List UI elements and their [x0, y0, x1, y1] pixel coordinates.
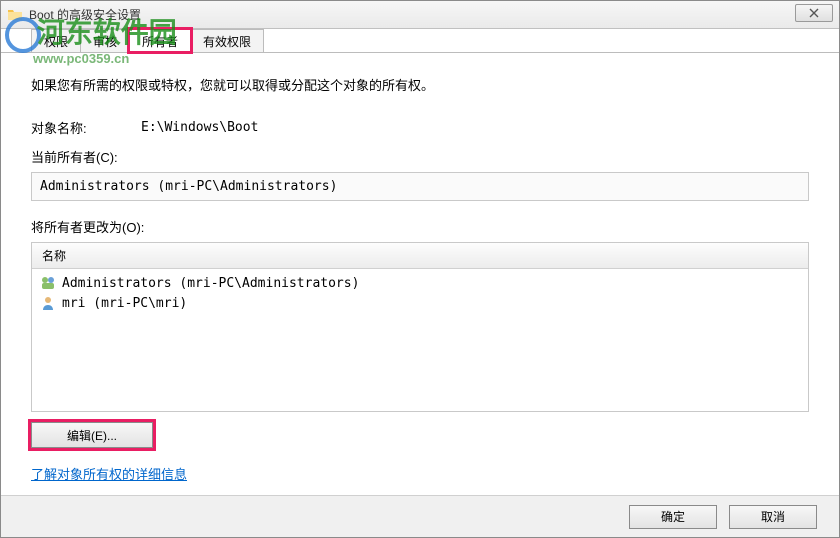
close-icon [809, 8, 819, 18]
tab-bar: 权限 审核 所有者 有效权限 [1, 29, 839, 53]
current-owner-label: 当前所有者(C): [31, 147, 809, 166]
window-title: Boot 的高级安全设置 [29, 6, 141, 23]
owner-list-header: 名称 [32, 243, 808, 269]
edit-button[interactable]: 编辑(E)... [31, 422, 153, 448]
tab-effective-permissions[interactable]: 有效权限 [190, 29, 264, 52]
close-button[interactable] [795, 4, 833, 22]
list-item[interactable]: Administrators (mri-PC\Administrators) [38, 273, 802, 293]
cancel-button[interactable]: 取消 [729, 505, 817, 529]
learn-more-link[interactable]: 了解对象所有权的详细信息 [31, 464, 187, 483]
security-settings-window: Boot 的高级安全设置 河东软件园 www.pc0359.cn 权限 审核 所… [0, 0, 840, 538]
tab-owner[interactable]: 所有者 [129, 29, 191, 52]
object-name-value: E:\Windows\Boot [141, 120, 258, 135]
owner-listbox[interactable]: 名称 Administrators (mri-PC\Administrators… [31, 242, 809, 412]
ok-button[interactable]: 确定 [629, 505, 717, 529]
current-owner-field: Administrators (mri-PC\Administrators) [31, 172, 809, 201]
group-icon [40, 275, 56, 291]
list-item-label: mri (mri-PC\mri) [62, 296, 187, 311]
tab-auditing[interactable]: 审核 [80, 29, 130, 52]
description-text: 如果您有所需的权限或特权，您就可以取得或分配这个对象的所有权。 [31, 75, 809, 94]
object-name-label: 对象名称: [31, 118, 141, 137]
list-item-label: Administrators (mri-PC\Administrators) [62, 276, 359, 291]
object-name-row: 对象名称: E:\Windows\Boot [31, 118, 809, 137]
titlebar: Boot 的高级安全设置 [1, 1, 839, 29]
user-icon [40, 295, 56, 311]
tab-permissions[interactable]: 权限 [31, 29, 81, 52]
owner-list-items: Administrators (mri-PC\Administrators) m… [32, 269, 808, 317]
list-item[interactable]: mri (mri-PC\mri) [38, 293, 802, 313]
tab-content: 如果您有所需的权限或特权，您就可以取得或分配这个对象的所有权。 对象名称: E:… [1, 53, 839, 493]
dialog-footer: 确定 取消 [1, 495, 839, 537]
change-owner-label: 将所有者更改为(O): [31, 217, 809, 236]
folder-icon [7, 7, 23, 23]
